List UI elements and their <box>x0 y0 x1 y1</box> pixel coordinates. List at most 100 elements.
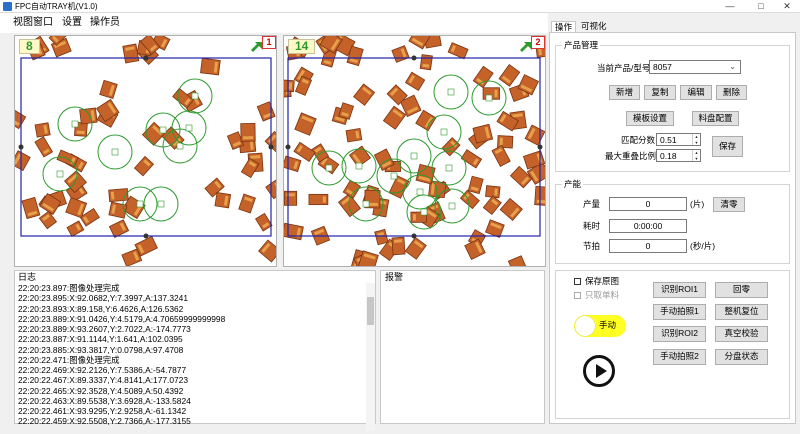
detection-marker <box>445 164 453 172</box>
fpc-part <box>404 236 427 260</box>
recognize-roi2-button[interactable]: 识别ROI2 <box>653 326 706 342</box>
detection-marker <box>440 128 448 136</box>
log-list[interactable]: 22:20:23.897:图像处理完成 22:20:23.895:X:92.068… <box>15 283 369 431</box>
recognize-roi1-button[interactable]: 识别ROI1 <box>653 282 706 298</box>
fpc-part-body <box>122 43 140 64</box>
camera-view-1[interactable]: 8 1 <box>14 35 277 267</box>
fpc-part-body <box>256 101 276 122</box>
detection-marker <box>355 162 363 170</box>
detection-marker <box>416 188 424 196</box>
log-line: 22:20:23.889:X:91.0426,Y:4.5179,A:4.7065… <box>18 313 226 324</box>
save-image-label: 保存原图 <box>585 276 620 286</box>
edit-product-button[interactable]: 编辑 <box>680 85 712 100</box>
fpc-part <box>284 222 304 241</box>
match-score-label: 匹配分数 <box>621 135 656 145</box>
match-score-value: 0.51 <box>660 135 677 145</box>
menu-settings[interactable]: 设置 <box>62 16 82 30</box>
cycle-unit: (秒/片) <box>690 241 716 251</box>
fpc-part <box>509 165 533 189</box>
detection-marker <box>448 202 456 210</box>
fpc-part-body <box>338 102 355 120</box>
detection-marker <box>390 172 398 180</box>
manual-capture1-button[interactable]: 手动拍照1 <box>653 304 706 320</box>
max-overlap-stepper[interactable]: 0.18 ▲ ▼ <box>656 149 701 162</box>
detection-marker <box>136 200 144 208</box>
home-button[interactable]: 回零 <box>715 282 768 298</box>
maximize-button[interactable]: □ <box>751 0 771 12</box>
machine-reset-button[interactable]: 整机复位 <box>715 304 768 320</box>
menu-view-window[interactable]: 视图窗口 <box>13 16 53 30</box>
save-image-checkbox[interactable] <box>574 278 581 285</box>
fpc-part-body <box>509 165 533 189</box>
detection-marker <box>420 208 428 216</box>
tray-status-button[interactable]: 分盘状态 <box>715 349 768 365</box>
fpc-part <box>99 79 118 99</box>
log-scrollbar[interactable] <box>366 283 375 431</box>
fpc-part <box>284 155 302 173</box>
log-line: 22:20:23.893:X:89.158,Y:6.4626,A:126.536… <box>18 303 184 314</box>
fpc-part <box>294 112 317 136</box>
fpc-part <box>122 43 140 64</box>
tray-config-button[interactable]: 料盘配置 <box>692 111 739 126</box>
max-overlap-value: 0.18 <box>660 151 677 161</box>
fpc-part <box>214 191 232 209</box>
log-scroll-thumb[interactable] <box>367 297 374 325</box>
fpc-part <box>499 197 523 221</box>
fpc-part <box>15 109 27 130</box>
log-line: 22:20:23.887:X:91.1144,Y:1.641,A:102.039… <box>18 334 183 345</box>
template-settings-button[interactable]: 模板设置 <box>626 111 674 126</box>
fpc-part-stripe <box>394 239 403 243</box>
app-icon <box>3 2 12 11</box>
copy-product-button[interactable]: 复制 <box>644 85 676 100</box>
clear-output-button[interactable]: 清零 <box>713 197 745 212</box>
roi-handle <box>411 233 417 239</box>
save-params-button[interactable]: 保存 <box>712 136 743 157</box>
fpc-part <box>255 212 273 232</box>
stepper-arrows-icon[interactable]: ▲ ▼ <box>692 150 700 161</box>
detection-marker <box>485 94 493 102</box>
fpc-part-body <box>524 124 545 146</box>
roi-handle <box>143 55 149 61</box>
product-model-select[interactable]: 8057 ⌄ <box>649 60 741 74</box>
stepper-arrows-icon[interactable]: ▲ ▼ <box>692 134 700 145</box>
fpc-part <box>108 219 130 238</box>
fpc-part <box>482 195 502 216</box>
fpc-part-body <box>214 191 232 209</box>
close-button[interactable]: ✕ <box>777 0 797 12</box>
fpc-part <box>374 228 389 246</box>
camera-view-2[interactable]: 14 2 <box>283 35 546 267</box>
fpc-part <box>141 121 166 146</box>
fpc-part <box>391 45 410 63</box>
fpc-part <box>34 136 54 158</box>
menu-operator[interactable]: 操作员 <box>90 16 120 30</box>
fpc-part-body <box>485 219 505 238</box>
fpc-part-body <box>293 141 316 163</box>
fpc-part-body <box>34 122 51 138</box>
delete-product-button[interactable]: 删除 <box>716 85 747 100</box>
fpc-part <box>308 193 329 206</box>
manual-capture2-button[interactable]: 手动拍照2 <box>653 349 706 365</box>
roi-handle <box>285 144 291 150</box>
fpc-part <box>256 101 276 122</box>
fpc-part <box>133 155 155 177</box>
elapsed-label: 耗时 <box>583 221 601 231</box>
only-pick-checkbox[interactable] <box>574 292 581 299</box>
fpc-part-body <box>472 123 494 144</box>
fpc-part-body <box>66 220 85 237</box>
fpc-part-body <box>255 212 273 232</box>
fpc-part-body <box>467 175 484 195</box>
match-score-stepper[interactable]: 0.51 ▲ ▼ <box>656 133 701 146</box>
output-label: 产量 <box>583 199 601 209</box>
manual-mode-toggle[interactable]: 手动 <box>574 315 626 337</box>
fpc-part <box>467 175 484 195</box>
vacuum-check-button[interactable]: 真空校验 <box>715 326 768 342</box>
detection-marker <box>362 200 370 208</box>
minimize-button[interactable]: — <box>720 0 740 12</box>
fpc-part <box>472 65 494 89</box>
start-button[interactable] <box>583 355 615 387</box>
fpc-part-stripe <box>494 89 498 98</box>
add-product-button[interactable]: 新增 <box>609 85 640 100</box>
play-icon <box>596 364 607 378</box>
roi-handle <box>143 233 149 239</box>
roi-handle <box>537 144 543 150</box>
